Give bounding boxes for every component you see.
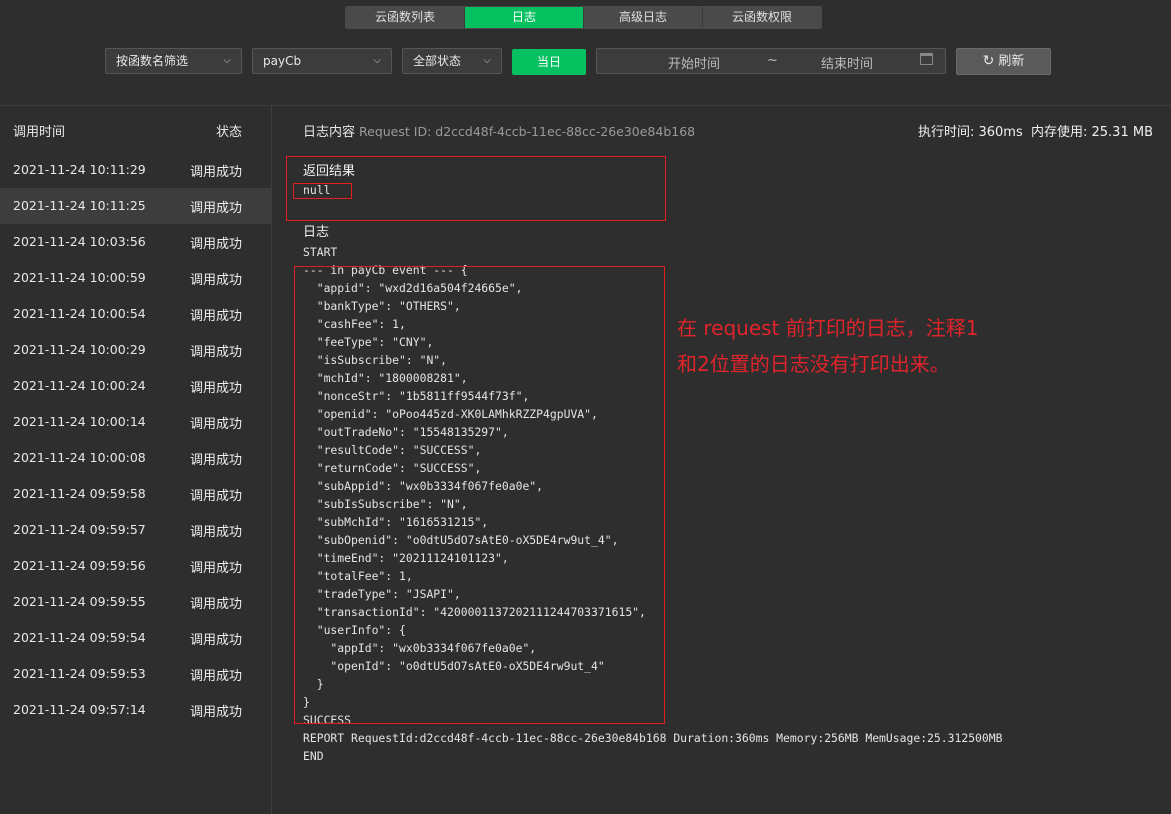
invocation-time: 2021-11-24 09:57:14 bbox=[13, 702, 146, 717]
range-separator: ~ bbox=[767, 53, 778, 68]
column-header-status: 状态 bbox=[216, 125, 243, 140]
invocation-time: 2021-11-24 10:11:29 bbox=[13, 162, 146, 177]
list-item[interactable]: 2021-11-24 10:00:29 调用成功 bbox=[0, 332, 271, 368]
status-filter-value: 全部状态 bbox=[413, 54, 462, 68]
invocation-status: 调用成功 bbox=[190, 165, 243, 180]
invocation-time: 2021-11-24 10:00:08 bbox=[13, 450, 146, 465]
invocation-status: 调用成功 bbox=[190, 705, 243, 720]
log-content-header: 日志内容 Request ID: d2ccd48f-4ccb-11ec-88cc-… bbox=[303, 121, 695, 140]
tab-function-permissions[interactable]: 云函数权限 bbox=[703, 7, 821, 28]
list-item[interactable]: 2021-11-24 09:57:14 调用成功 bbox=[0, 692, 271, 728]
invocation-status: 调用成功 bbox=[190, 489, 243, 504]
invocation-time: 2021-11-24 09:59:56 bbox=[13, 558, 146, 573]
refresh-label: 刷新 bbox=[998, 54, 1025, 69]
invocation-list: 调用时间 状态 2021-11-24 10:11:29 调用成功 2021-11-2… bbox=[0, 106, 272, 814]
list-item[interactable]: 2021-11-24 10:00:59 调用成功 bbox=[0, 260, 271, 296]
invocation-status: 调用成功 bbox=[190, 561, 243, 576]
chevron-down-icon: ⌵ bbox=[373, 55, 381, 66]
list-item[interactable]: 2021-11-24 10:00:54 调用成功 bbox=[0, 296, 271, 332]
list-header: 调用时间 状态 bbox=[0, 106, 271, 152]
invocation-time: 2021-11-24 10:00:54 bbox=[13, 306, 146, 321]
status-filter-select[interactable]: 全部状态 ⌵ bbox=[402, 48, 502, 74]
filter-type-value: 按函数名筛选 bbox=[116, 54, 189, 68]
list-item[interactable]: 2021-11-24 09:59:56 调用成功 bbox=[0, 548, 271, 584]
invocation-time: 2021-11-24 10:03:56 bbox=[13, 234, 146, 249]
invocation-status: 调用成功 bbox=[190, 633, 243, 648]
log-content-title: 日志内容 bbox=[303, 125, 356, 140]
invocation-status: 调用成功 bbox=[190, 273, 243, 288]
exec-time: 执行时间: 360ms bbox=[917, 125, 1023, 140]
list-item[interactable]: 2021-11-24 10:11:29 调用成功 bbox=[0, 152, 271, 188]
filter-type-select[interactable]: 按函数名筛选 ⌵ bbox=[105, 48, 242, 74]
start-time-field[interactable]: 开始时间 bbox=[668, 53, 720, 72]
invocation-status: 调用成功 bbox=[190, 597, 243, 612]
invocation-status: 调用成功 bbox=[190, 417, 243, 432]
invocation-status: 调用成功 bbox=[190, 381, 243, 396]
list-item[interactable]: 2021-11-24 10:00:08 调用成功 bbox=[0, 440, 271, 476]
refresh-button[interactable]: ↻ 刷新 bbox=[956, 48, 1051, 75]
list-item[interactable]: 2021-11-24 10:11:25 调用成功 bbox=[0, 188, 271, 224]
calendar-icon[interactable] bbox=[920, 53, 933, 65]
log-line: REPORT RequestId:d2ccd48f-4ccb-11ec-88cc… bbox=[303, 731, 1003, 745]
end-time-field[interactable]: 结束时间 bbox=[821, 53, 873, 72]
tab-advanced-logs[interactable]: 高级日志 bbox=[584, 7, 703, 28]
invocation-time: 2021-11-24 10:00:14 bbox=[13, 414, 146, 429]
invocation-time: 2021-11-24 09:59:55 bbox=[13, 594, 146, 609]
list-item[interactable]: 2021-11-24 09:59:54 调用成功 bbox=[0, 620, 271, 656]
tab-function-list[interactable]: 云函数列表 bbox=[346, 7, 465, 28]
log-line: END bbox=[303, 749, 324, 763]
list-item[interactable]: 2021-11-24 09:59:53 调用成功 bbox=[0, 656, 271, 692]
invocation-time: 2021-11-24 10:11:25 bbox=[13, 198, 146, 213]
invocation-status: 调用成功 bbox=[190, 237, 243, 252]
invocation-status: 调用成功 bbox=[190, 201, 243, 216]
log-highlight-box bbox=[294, 266, 665, 724]
memory-usage: 内存使用: 25.31 MB bbox=[1031, 125, 1153, 140]
invocation-time: 2021-11-24 10:00:59 bbox=[13, 270, 146, 285]
invocation-time: 2021-11-24 10:00:24 bbox=[13, 378, 146, 393]
top-tabs: 云函数列表 日志 高级日志 云函数权限 bbox=[345, 6, 822, 29]
exec-info: 执行时间: 360ms 内存使用: 25.31 MB bbox=[918, 121, 1153, 140]
invocation-status: 调用成功 bbox=[190, 669, 243, 684]
invocation-status: 调用成功 bbox=[190, 525, 243, 540]
null-highlight-box bbox=[293, 183, 352, 199]
list-item[interactable]: 2021-11-24 09:59:57 调用成功 bbox=[0, 512, 271, 548]
invocation-status: 调用成功 bbox=[190, 309, 243, 324]
tab-logs[interactable]: 日志 bbox=[465, 7, 584, 28]
annotation-text: 在 request 前打印的日志，注释1和2位置的日志没有打印出来。 bbox=[677, 316, 979, 376]
list-item[interactable]: 2021-11-24 10:00:24 调用成功 bbox=[0, 368, 271, 404]
invocation-time: 2021-11-24 09:59:54 bbox=[13, 630, 146, 645]
refresh-icon: ↻ bbox=[982, 53, 995, 69]
column-header-time: 调用时间 bbox=[13, 125, 66, 140]
list-item[interactable]: 2021-11-24 09:59:55 调用成功 bbox=[0, 584, 271, 620]
list-rows: 2021-11-24 10:11:29 调用成功 2021-11-24 10:11:… bbox=[0, 152, 271, 728]
chevron-down-icon: ⌵ bbox=[483, 55, 491, 66]
chevron-down-icon: ⌵ bbox=[223, 55, 231, 66]
invocation-time: 2021-11-24 10:00:29 bbox=[13, 342, 146, 357]
date-range-picker[interactable]: 开始时间 ~ 结束时间 bbox=[596, 48, 946, 74]
function-name-select[interactable]: payCb ⌵ bbox=[252, 48, 392, 74]
today-button[interactable]: 当日 bbox=[512, 49, 586, 75]
invocation-time: 2021-11-24 09:59:58 bbox=[13, 486, 146, 501]
function-name-value: payCb bbox=[263, 54, 302, 68]
request-id: Request ID: d2ccd48f-4ccb-11ec-88cc-26e3… bbox=[359, 124, 696, 139]
invocation-time: 2021-11-24 09:59:53 bbox=[13, 666, 146, 681]
invocation-status: 调用成功 bbox=[190, 345, 243, 360]
list-item[interactable]: 2021-11-24 10:03:56 调用成功 bbox=[0, 224, 271, 260]
log-detail-panel: 日志内容 Request ID: d2ccd48f-4ccb-11ec-88cc-… bbox=[273, 106, 1171, 814]
list-item[interactable]: 2021-11-24 09:59:58 调用成功 bbox=[0, 476, 271, 512]
list-item[interactable]: 2021-11-24 10:00:14 调用成功 bbox=[0, 404, 271, 440]
invocation-time: 2021-11-24 09:59:57 bbox=[13, 522, 146, 537]
log-line: START bbox=[303, 245, 338, 259]
log-title: 日志 bbox=[303, 225, 330, 240]
invocation-status: 调用成功 bbox=[190, 453, 243, 468]
